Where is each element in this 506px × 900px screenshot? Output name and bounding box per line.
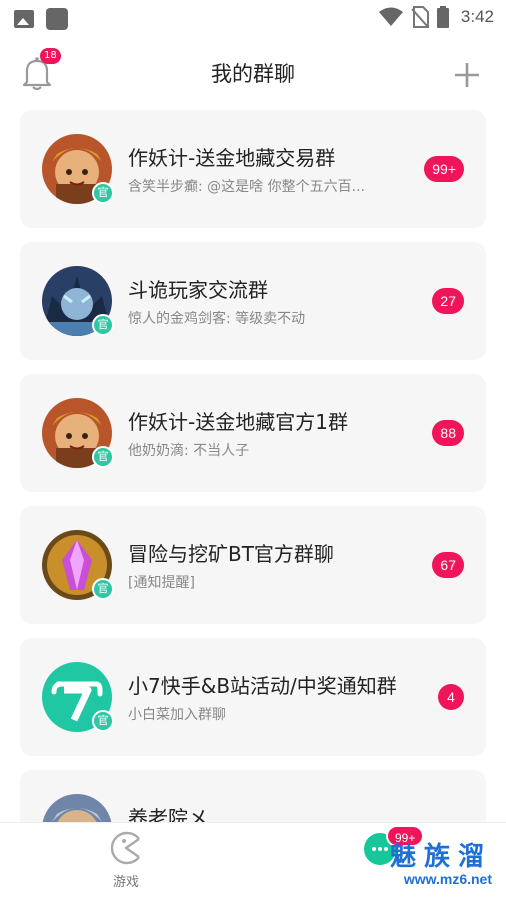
watermark-text: 魅族溜 <box>389 842 492 872</box>
pacman-icon <box>110 831 140 865</box>
group-name: 养老院メ <box>128 806 208 822</box>
unread-count-badge: 67 <box>432 552 464 578</box>
unread-count-badge: 88 <box>432 420 464 446</box>
group-name: 冒险与挖矿BT官方群聊 <box>128 542 334 566</box>
unread-count-badge: 99+ <box>424 156 464 182</box>
last-message: 惊人的金鸡剑客: 等级卖不动 <box>128 311 306 327</box>
watermark-url: www.mz6.net <box>403 871 492 887</box>
official-badge: 官 <box>92 182 114 204</box>
group-name: 小7快手&B站活动/中奖通知群 <box>128 674 397 698</box>
add-icon[interactable] <box>454 62 480 88</box>
last-message: 小白菜加入群聊 <box>128 707 226 723</box>
page-title: 我的群聊 <box>211 62 295 86</box>
unread-count-badge: 27 <box>432 288 464 314</box>
square-app-icon <box>46 8 68 30</box>
header: 18 我的群聊 <box>0 36 506 110</box>
wifi-icon <box>378 7 403 26</box>
official-badge: 官 <box>92 578 114 600</box>
official-badge: 官 <box>92 314 114 336</box>
official-badge: 官 <box>92 710 114 732</box>
group-list: 官 作妖计-送金地藏交易群 含笑半步癫: @这是啥 你整个五六百... 99+ … <box>0 110 506 822</box>
group-card[interactable]: 官 冒险与挖矿BT官方群聊 [通知提醒] 67 <box>20 506 486 624</box>
group-name: 作妖计-送金地藏官方1群 <box>128 410 348 434</box>
group-name: 斗诡玩家交流群 <box>128 278 268 302</box>
status-time: 3:42 <box>460 7 494 26</box>
site-watermark: 魅族溜 www.mz6.net <box>362 836 492 887</box>
last-message: 含笑半步癫: @这是啥 你整个五六百... <box>128 179 365 195</box>
official-badge: 官 <box>92 446 114 468</box>
group-card[interactable]: 官 作妖计-送金地藏官方1群 他奶奶滴: 不当人子 88 <box>20 374 486 492</box>
warrior-avatar <box>42 794 112 822</box>
status-bar: 3:42 <box>0 0 506 36</box>
last-message: [通知提醒] <box>128 575 195 591</box>
group-card[interactable]: 官 作妖计-送金地藏交易群 含笑半步癫: @这是啥 你整个五六百... 99+ <box>20 110 486 228</box>
tab-game[interactable]: 游戏 <box>100 831 152 890</box>
image-icon <box>14 10 34 28</box>
group-card[interactable]: 官 小7快手&B站活动/中奖通知群 小白菜加入群聊 4 <box>20 638 486 756</box>
last-message: 他奶奶滴: 不当人子 <box>128 443 250 459</box>
tab-game-label: 游戏 <box>112 875 139 890</box>
no-sim-icon <box>411 6 429 28</box>
group-card[interactable]: 官 斗诡玩家交流群 惊人的金鸡剑客: 等级卖不动 27 <box>20 242 486 360</box>
battery-icon <box>436 6 449 28</box>
unread-count-badge: 4 <box>438 684 464 710</box>
group-name: 作妖计-送金地藏交易群 <box>128 146 336 170</box>
group-card[interactable]: 养老院メ <box>20 770 486 822</box>
